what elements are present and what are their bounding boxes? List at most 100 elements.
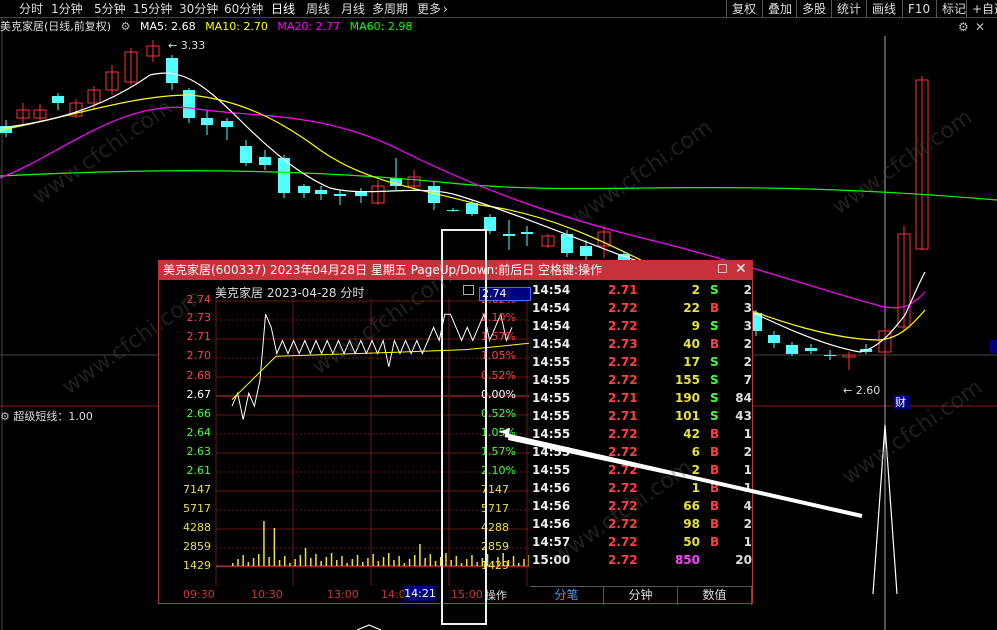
toolbar-button-0[interactable]: 复权 xyxy=(726,0,761,18)
volume-bar xyxy=(367,558,369,566)
toolbar-button-1[interactable]: 叠加 xyxy=(762,0,797,18)
volume-bar xyxy=(434,561,437,566)
tick-volume: 66 xyxy=(683,499,700,513)
toolbar-button-3[interactable]: 统计 xyxy=(831,0,866,18)
price-label: 2.66 xyxy=(186,407,212,420)
period-tab-6[interactable]: 日线 xyxy=(271,1,295,17)
volume-bar xyxy=(398,556,400,566)
candle xyxy=(334,190,346,205)
ma5-label: MA5: 2.68 xyxy=(139,20,196,33)
tick-row: 14:55 2.72 6 B 2 xyxy=(530,444,752,462)
tick-side: B xyxy=(710,445,720,459)
period-tab-9[interactable]: 多周期 xyxy=(372,1,408,17)
tick-tab-2[interactable]: 数值 xyxy=(678,587,752,605)
indicator-gear-icon[interactable]: ⚙ xyxy=(0,410,10,423)
tick-time: 14:54 xyxy=(532,319,571,333)
tick-volume: 50 xyxy=(683,535,700,549)
stock-period-label: 美克家居(日线,前复权) xyxy=(0,20,112,33)
price-label: 5717 xyxy=(183,502,211,515)
candle xyxy=(221,118,233,140)
tick-volume: 40 xyxy=(683,337,700,351)
percent-label: 0.00% xyxy=(481,388,516,401)
tick-side: S xyxy=(710,355,719,369)
tick-count: 1 xyxy=(743,427,752,441)
chart-settings-icon[interactable]: ⚙ xyxy=(958,20,969,34)
period-tab-2[interactable]: 5分钟 xyxy=(94,1,126,17)
price-label: 7147 xyxy=(183,483,211,496)
time-label: 13:00 xyxy=(327,588,359,601)
volume-bar xyxy=(242,555,244,566)
tick-side: B xyxy=(710,535,720,549)
ma10-label: MA10: 2.70 xyxy=(205,20,268,33)
candle xyxy=(428,182,440,210)
intraday-header: 美克家居 2023-04-28 分时 xyxy=(215,286,365,300)
tick-volume: 22 xyxy=(683,301,700,315)
tick-row: 14:55 2.72 17 S 2 xyxy=(530,354,752,372)
toolbar-button-7[interactable]: +自选 xyxy=(966,0,997,18)
period-tab-1[interactable]: 1分钟 xyxy=(51,1,83,17)
tick-count: 2 xyxy=(743,337,752,351)
period-tab-7[interactable]: 周线 xyxy=(306,1,330,17)
maximize-icon[interactable]: ☐ xyxy=(717,262,728,276)
tick-tab-1[interactable]: 分钟 xyxy=(604,587,678,605)
low-price-mark: ← 2.60 xyxy=(843,384,880,397)
volume-bar xyxy=(388,553,390,566)
volume-bar xyxy=(252,558,255,566)
candle xyxy=(146,40,160,62)
indicator-label: 超级短线：1.00 xyxy=(13,410,93,423)
period-tab-8[interactable]: 月线 xyxy=(341,1,365,17)
chart-close-icon[interactable]: ✕ xyxy=(975,20,985,34)
tick-volume: 850 xyxy=(674,553,700,567)
tick-count: 1 xyxy=(743,463,752,477)
tick-time: 14:54 xyxy=(532,301,571,315)
price-label: 4288 xyxy=(183,521,211,534)
tick-count: 84 xyxy=(735,391,752,405)
toolbar-button-5[interactable]: F10 xyxy=(902,0,935,18)
period-tab-10[interactable]: 更多 xyxy=(417,1,441,17)
tick-price: 2.71 xyxy=(608,409,638,423)
period-tab-4[interactable]: 30分钟 xyxy=(179,1,218,17)
tick-count: 2 xyxy=(743,445,752,459)
candle xyxy=(16,103,30,125)
toolbar-button-4[interactable]: 画线 xyxy=(866,0,901,18)
percent-label: 7147 xyxy=(481,483,509,496)
tick-side: B xyxy=(710,499,720,513)
toolbar-button-2[interactable]: 多股 xyxy=(796,0,831,18)
tick-tabs: 分笔 分钟 数值 xyxy=(530,586,752,605)
candle xyxy=(278,155,290,198)
candle xyxy=(768,331,780,348)
tick-row: 14:55 2.72 2 B 1 xyxy=(530,462,752,480)
tick-row: 14:54 2.71 2 S 2 xyxy=(530,282,752,300)
volume-bar xyxy=(403,563,406,566)
tick-price: 2.72 xyxy=(608,553,638,567)
volume-bar xyxy=(237,559,239,566)
percent-label: 5717 xyxy=(481,502,509,515)
volume-bar xyxy=(408,559,411,566)
candle xyxy=(842,352,856,370)
more-chevron-icon[interactable]: › xyxy=(443,1,448,17)
period-tab-0[interactable]: 分时 xyxy=(19,1,43,17)
tick-row: 14:55 2.71 101 S 43 xyxy=(530,408,752,426)
close-icon[interactable]: ✕ xyxy=(735,261,747,277)
ma20-label: MA20: 2.77 xyxy=(277,20,341,33)
percent-label: 1.57% xyxy=(481,330,516,343)
period-tab-3[interactable]: 15分钟 xyxy=(133,1,172,17)
tick-row: 14:54 2.72 22 B 3 xyxy=(530,300,752,318)
tick-price: 2.72 xyxy=(608,373,638,387)
price-label: 2.63 xyxy=(186,445,212,458)
volume-bar xyxy=(289,563,291,566)
tick-side: S xyxy=(710,283,719,297)
legend-gear-icon[interactable]: ⚙ xyxy=(121,20,131,33)
tick-volume: 155 xyxy=(674,373,700,387)
tick-count: 2 xyxy=(743,283,752,297)
tick-volume: 190 xyxy=(674,391,700,405)
candle xyxy=(105,65,119,95)
percent-label: 2.10% xyxy=(481,311,516,324)
tick-side: B xyxy=(710,481,720,495)
tick-count: 3 xyxy=(743,319,752,333)
tick-tab-0[interactable]: 分笔 xyxy=(530,587,604,605)
volume-bar xyxy=(362,562,364,566)
period-tab-5[interactable]: 60分钟 xyxy=(224,1,263,17)
operate-button[interactable]: 操作 xyxy=(485,587,507,603)
tick-price: 2.73 xyxy=(608,337,638,351)
